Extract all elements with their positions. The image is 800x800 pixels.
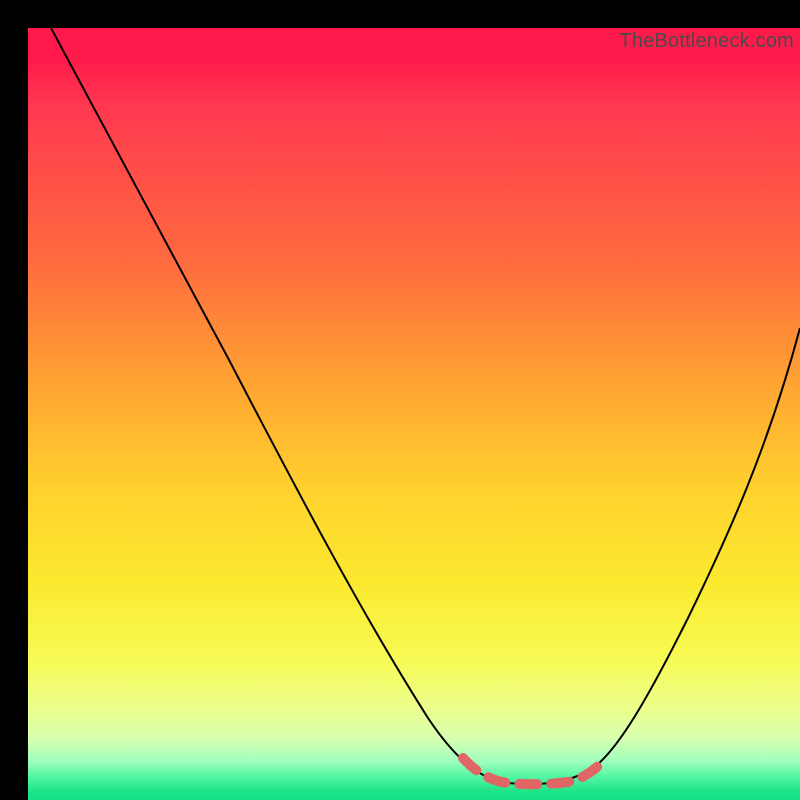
plot-area: TheBottleneck.com [28, 28, 800, 800]
flat-marker-path [463, 758, 606, 784]
flat-marker-group [463, 758, 606, 784]
bottleneck-curve-line [51, 28, 800, 784]
chart-frame: TheBottleneck.com [0, 0, 800, 800]
chart-svg [28, 28, 800, 800]
watermark-text: TheBottleneck.com [619, 30, 794, 53]
